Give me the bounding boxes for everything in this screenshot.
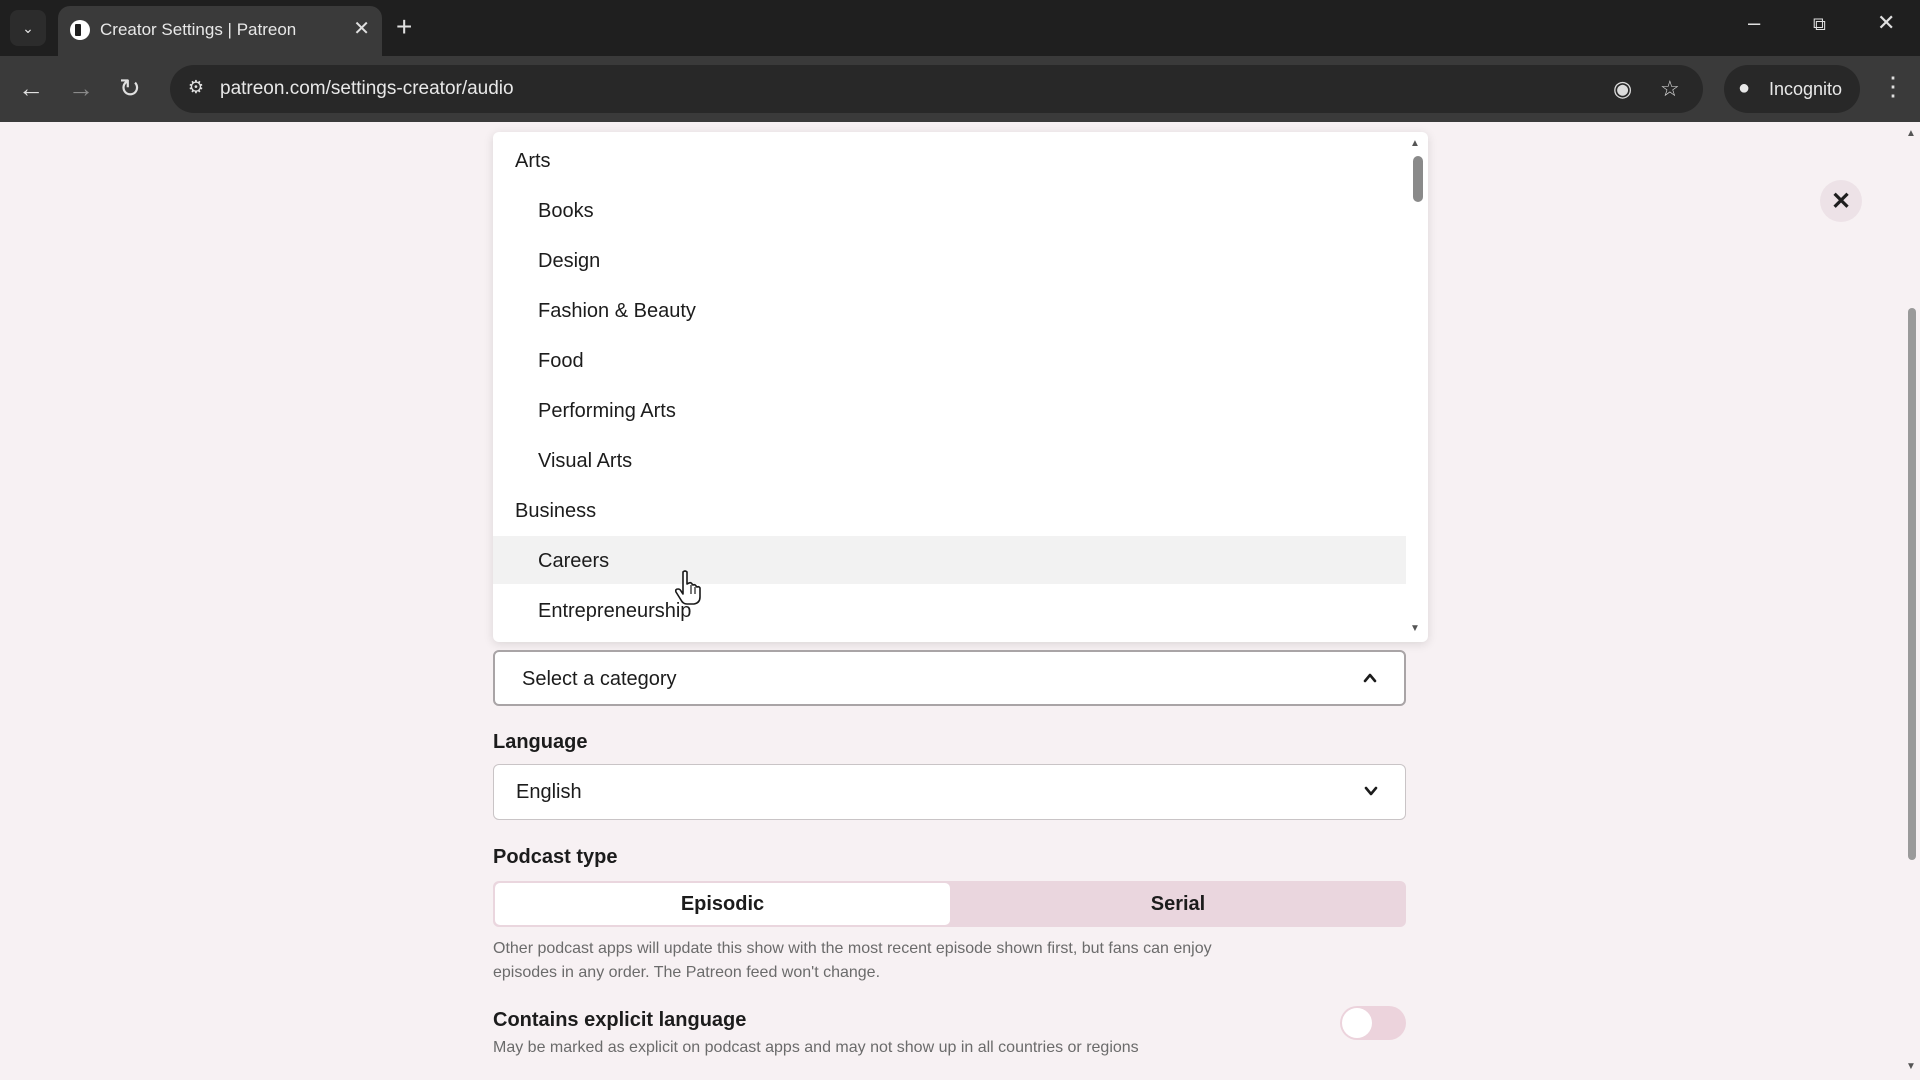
- browser-tab-strip: ⌄ Creator Settings | Patreon ✕ + – ⧉ ✕: [0, 0, 1920, 56]
- option-label: Design: [538, 250, 601, 272]
- podcast-type-serial[interactable]: Serial: [950, 881, 1406, 927]
- explicit-label: Contains explicit language: [493, 1009, 747, 1031]
- option-label: Arts: [515, 150, 551, 172]
- tab-title: Creator Settings | Patreon: [100, 20, 297, 39]
- option-business[interactable]: Business: [493, 486, 1406, 534]
- tab-search-button[interactable]: ⌄: [10, 10, 46, 46]
- patreon-favicon-icon: [70, 20, 90, 40]
- category-options-list: Arts Books Design Fashion & Beauty Food …: [493, 132, 1428, 642]
- close-icon: ✕: [1830, 187, 1852, 215]
- tab-close-icon[interactable]: ✕: [353, 18, 370, 40]
- browser-toolbar: ← → ↻ ⚙ patreon.com/settings-creator/aud…: [0, 56, 1920, 122]
- hand-cursor-icon: [674, 570, 701, 605]
- url-text[interactable]: patreon.com/settings-creator/audio: [220, 78, 514, 100]
- explicit-toggle[interactable]: [1340, 1006, 1406, 1040]
- explicit-help: May be marked as explicit on podcast app…: [493, 1039, 1139, 1056]
- toggle-knob: [1342, 1008, 1372, 1038]
- option-books[interactable]: Books: [493, 186, 1406, 234]
- language-label: Language: [493, 731, 588, 753]
- page-scrollbar[interactable]: ▲ ▼: [1904, 122, 1920, 1080]
- page-scroll-thumb[interactable]: [1908, 308, 1916, 860]
- incognito-label: Incognito: [1769, 79, 1843, 99]
- podcast-type-toggle: Episodic Serial: [493, 881, 1406, 927]
- option-fashion-beauty[interactable]: Fashion & Beauty: [493, 286, 1406, 334]
- podcast-type-label: Podcast type: [493, 846, 618, 868]
- language-select[interactable]: English: [493, 764, 1406, 820]
- incognito-icon: ●: [1738, 77, 1751, 99]
- chevron-down-icon: ⌄: [22, 19, 34, 36]
- scroll-up-arrow-icon[interactable]: ▲: [1906, 128, 1916, 139]
- list-scroll-up-icon[interactable]: ▲: [1410, 138, 1420, 149]
- option-performing-arts[interactable]: Performing Arts: [493, 386, 1406, 434]
- browser-tab[interactable]: Creator Settings | Patreon ✕: [58, 6, 382, 56]
- incognito-indicator[interactable]: ● Incognito: [1724, 65, 1860, 113]
- option-food[interactable]: Food: [493, 336, 1406, 384]
- option-label: Performing Arts: [538, 400, 676, 422]
- browser-menu-icon[interactable]: ⋮: [1880, 72, 1906, 100]
- chevron-up-icon: [1363, 673, 1377, 683]
- page-content: ✕ ▲ ▼ Arts Books Design Fashion & Beauty…: [0, 122, 1920, 1080]
- option-label: Fashion & Beauty: [538, 300, 696, 322]
- option-label: Careers: [538, 550, 610, 572]
- list-scroll-thumb[interactable]: [1413, 156, 1423, 202]
- minimize-icon[interactable]: –: [1748, 10, 1760, 36]
- option-label: Books: [538, 200, 594, 222]
- chevron-down-icon: [1364, 786, 1378, 796]
- podcast-type-help: Other podcast apps will update this show…: [493, 940, 1212, 981]
- podcast-type-episodic[interactable]: Episodic: [495, 883, 950, 925]
- option-design[interactable]: Design: [493, 236, 1406, 284]
- star-bookmark-icon[interactable]: ☆: [1660, 76, 1680, 102]
- close-modal-button[interactable]: ✕: [1820, 180, 1862, 222]
- option-visual-arts[interactable]: Visual Arts: [493, 436, 1406, 484]
- category-placeholder: Select a category: [522, 668, 677, 690]
- option-entrepreneurship[interactable]: Entrepreneurship: [493, 586, 1406, 634]
- list-scroll-down-icon[interactable]: ▼: [1410, 623, 1420, 634]
- option-label: Entrepreneurship: [538, 600, 692, 622]
- option-arts[interactable]: Arts: [493, 136, 1406, 184]
- new-tab-plus-icon[interactable]: +: [396, 12, 412, 42]
- option-label: Food: [538, 350, 584, 372]
- back-arrow-icon[interactable]: ←: [18, 74, 44, 102]
- address-bar[interactable]: ⚙ patreon.com/settings-creator/audio ◉ ☆: [170, 65, 1703, 113]
- eye-slash-icon[interactable]: ◉: [1613, 76, 1632, 102]
- restore-icon[interactable]: ⧉: [1813, 14, 1826, 35]
- option-label: Visual Arts: [538, 450, 633, 472]
- site-info-icon[interactable]: ⚙: [184, 77, 208, 101]
- forward-arrow-icon[interactable]: →: [68, 74, 94, 102]
- category-select[interactable]: Select a category: [493, 650, 1406, 706]
- reload-icon[interactable]: ↻: [119, 74, 141, 102]
- option-careers[interactable]: Careers: [493, 536, 1406, 584]
- option-label: Business: [515, 500, 597, 522]
- window-close-icon[interactable]: ✕: [1877, 10, 1895, 36]
- language-value: English: [516, 781, 582, 803]
- scroll-down-arrow-icon[interactable]: ▼: [1906, 1061, 1916, 1072]
